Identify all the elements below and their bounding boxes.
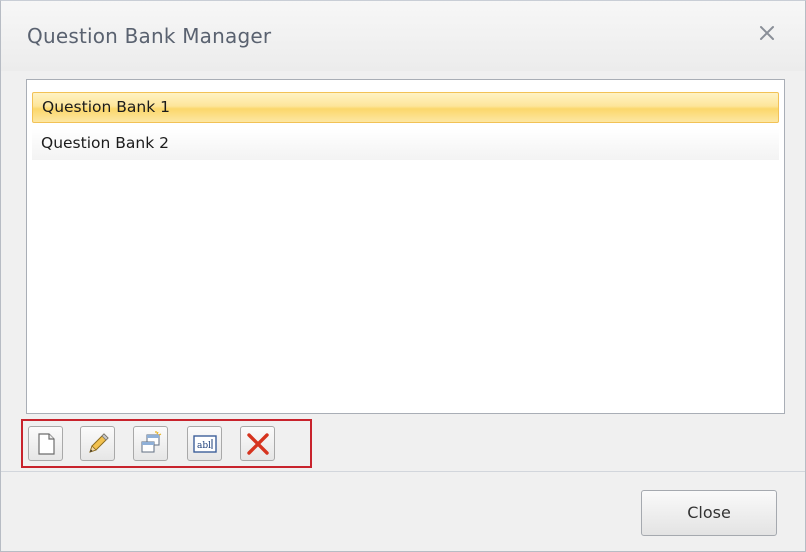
duplicate-icon [141,431,162,453]
list-item[interactable]: Question Bank 2 [32,129,779,160]
list-item-label: Question Bank 2 [41,134,169,152]
edit-button[interactable] [80,426,115,461]
question-bank-manager-dialog: Question Bank Manager Question Bank 1 Qu… [0,0,806,552]
list-item-label: Question Bank 1 [42,98,170,116]
svg-text:abl: abl [197,441,211,451]
new-document-icon [38,433,55,455]
rename-button[interactable]: abl [187,426,222,461]
rename-textfield-icon: abl [193,435,217,453]
pencil-icon [89,433,109,453]
new-button[interactable] [28,426,63,461]
copy-button[interactable] [133,426,168,461]
close-icon[interactable] [755,21,779,45]
delete-x-icon [247,433,269,455]
question-bank-list[interactable]: Question Bank 1 Question Bank 2 [26,79,785,414]
title-bar: Question Bank Manager [1,1,805,71]
close-button[interactable]: Close [641,490,777,536]
footer-separator [1,471,805,472]
dialog-title: Question Bank Manager [27,24,272,48]
delete-button[interactable] [240,426,275,461]
list-item[interactable]: Question Bank 1 [32,92,779,123]
